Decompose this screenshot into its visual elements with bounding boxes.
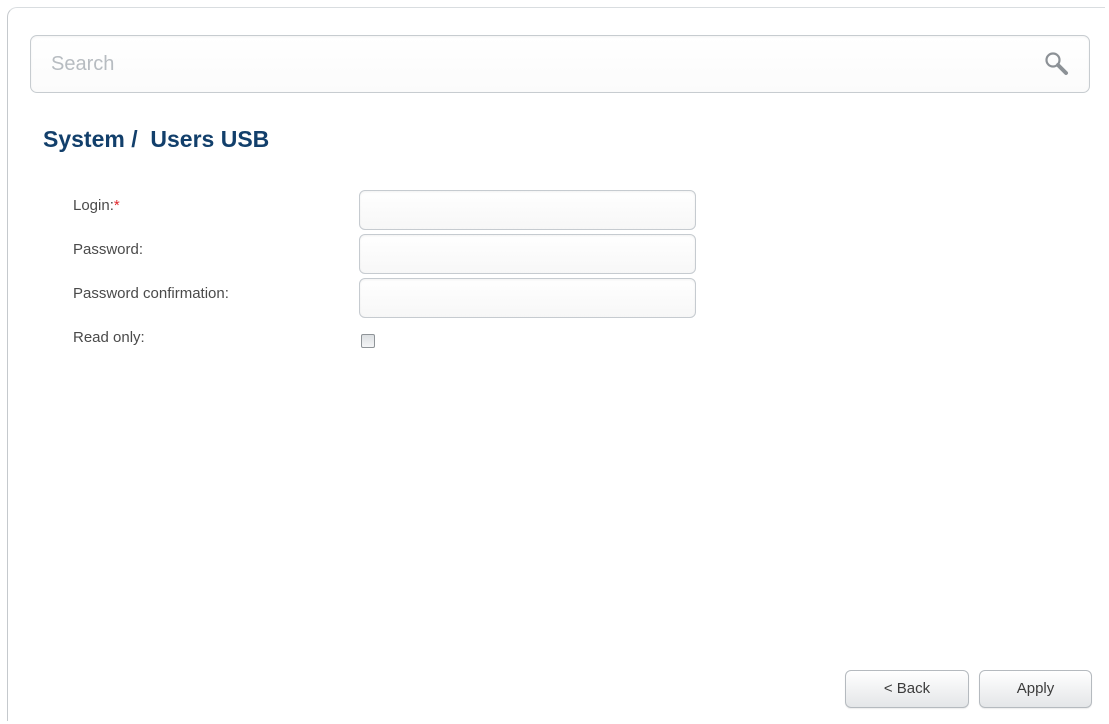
login-input[interactable]: [359, 190, 696, 230]
login-label-text: Login:: [73, 197, 114, 214]
apply-button[interactable]: Apply: [979, 670, 1092, 708]
required-mark: *: [113, 197, 120, 214]
search-bar: [30, 35, 1090, 93]
content-panel: [7, 7, 1105, 721]
password-confirmation-label: Password confirmation:: [73, 285, 229, 302]
back-button[interactable]: < Back: [845, 670, 969, 708]
password-label: Password:: [73, 241, 144, 258]
search-input[interactable]: [51, 36, 1011, 92]
password-confirmation-input[interactable]: [359, 278, 696, 318]
page-title: System / Users USB: [43, 126, 270, 152]
login-label: Login:*: [73, 197, 120, 214]
read-only-label: Read only:: [73, 329, 145, 346]
password-input[interactable]: [359, 234, 696, 274]
read-only-checkbox[interactable]: [361, 334, 375, 348]
search-icon[interactable]: [1043, 50, 1071, 78]
